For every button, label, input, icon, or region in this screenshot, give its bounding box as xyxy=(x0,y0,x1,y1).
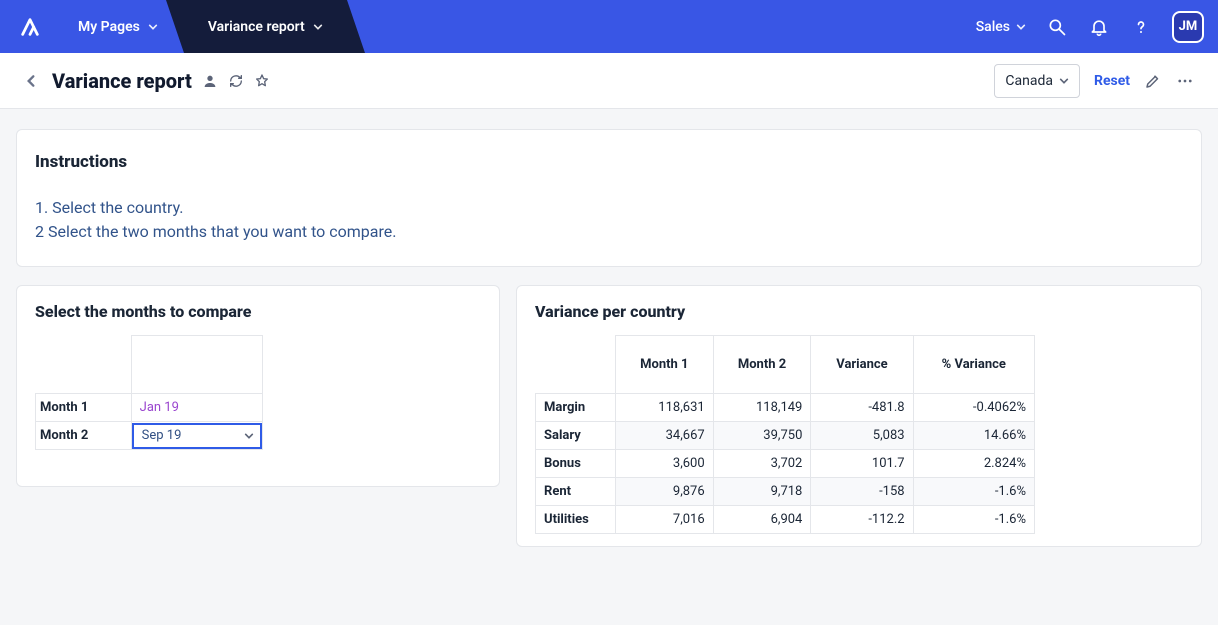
app-bar: My Pages Variance report Sales JM xyxy=(0,0,1218,53)
instructions-card: Instructions 1. Select the country. 2 Se… xyxy=(16,129,1202,267)
compare-card-title: Select the months to compare xyxy=(35,302,481,321)
row-label: Bonus xyxy=(536,450,616,478)
bell-icon[interactable] xyxy=(1088,16,1110,38)
month2-label: Month 2 xyxy=(36,422,132,450)
table-row: Margin 118,631 118,149 -481.8 -0.4062% xyxy=(536,394,1035,422)
cell-value[interactable]: 118,631 xyxy=(616,394,714,422)
table-row: Bonus 3,600 3,702 101.7 2.824% xyxy=(536,450,1035,478)
month2-value: Sep 19 xyxy=(142,428,182,443)
table-row: Month 1 Jan 19 xyxy=(36,394,263,422)
star-icon[interactable] xyxy=(254,73,270,89)
sub-header-right: Canada Reset xyxy=(994,64,1194,98)
main-content: Instructions 1. Select the country. 2 Se… xyxy=(0,109,1218,567)
chevron-down-icon xyxy=(313,22,323,32)
table-row: Rent 9,876 9,718 -158 -1.6% xyxy=(536,478,1035,506)
cell-value[interactable]: 9,718 xyxy=(713,478,811,506)
more-icon[interactable] xyxy=(1176,72,1194,90)
row-two-cards: Select the months to compare Month 1 Jan… xyxy=(16,285,1202,547)
active-tab-label: Variance report xyxy=(208,19,305,35)
month1-label: Month 1 xyxy=(36,394,132,422)
cell-value[interactable]: 7,016 xyxy=(616,506,714,534)
cell-value[interactable]: 9,876 xyxy=(616,478,714,506)
cell-value[interactable]: 34,667 xyxy=(616,422,714,450)
app-bar-right: Sales JM xyxy=(976,11,1218,43)
variance-card-title: Variance per country xyxy=(535,302,1183,321)
cell-value[interactable]: -112.2 xyxy=(811,506,913,534)
back-button[interactable] xyxy=(24,74,38,88)
cell-value[interactable]: -0.4062% xyxy=(913,394,1034,422)
chevron-down-icon xyxy=(1059,76,1069,86)
variance-card: Variance per country Month 1 Month 2 Var… xyxy=(516,285,1202,547)
my-pages-label: My Pages xyxy=(78,19,140,35)
cell-value[interactable]: 39,750 xyxy=(713,422,811,450)
tab-variance-report[interactable]: Variance report xyxy=(184,0,347,53)
cell-value[interactable]: -1.6% xyxy=(913,478,1034,506)
col-variance[interactable]: Variance xyxy=(811,336,913,394)
col-month1[interactable]: Month 1 xyxy=(616,336,714,394)
person-icon[interactable] xyxy=(202,73,218,89)
table-row: Salary 34,667 39,750 5,083 14.66% xyxy=(536,422,1035,450)
variance-table: Month 1 Month 2 Variance % Variance Marg… xyxy=(535,335,1035,534)
search-icon[interactable] xyxy=(1046,16,1068,38)
avatar[interactable]: JM xyxy=(1172,11,1204,43)
cell-value[interactable]: 2.824% xyxy=(913,450,1034,478)
country-selector[interactable]: Canada xyxy=(994,64,1080,98)
row-label: Utilities xyxy=(536,506,616,534)
reset-button[interactable]: Reset xyxy=(1094,73,1130,89)
table-row: Utilities 7,016 6,904 -112.2 -1.6% xyxy=(536,506,1035,534)
instructions-line-1: 1. Select the country. xyxy=(35,196,1183,220)
month1-cell[interactable]: Jan 19 xyxy=(131,394,262,422)
row-label: Salary xyxy=(536,422,616,450)
month2-select[interactable]: Sep 19 xyxy=(132,423,262,449)
edit-icon[interactable] xyxy=(1144,72,1162,90)
compare-card: Select the months to compare Month 1 Jan… xyxy=(16,285,500,487)
month2-cell[interactable]: Sep 19 xyxy=(131,422,262,450)
cell-value[interactable]: 14.66% xyxy=(913,422,1034,450)
cell-value[interactable]: 6,904 xyxy=(713,506,811,534)
page-title: Variance report xyxy=(52,69,192,93)
instructions-title: Instructions xyxy=(35,152,1183,172)
chevron-down-icon xyxy=(148,22,158,32)
app-logo-icon[interactable] xyxy=(0,0,60,53)
my-pages-menu[interactable]: My Pages xyxy=(60,0,176,53)
row-label: Margin xyxy=(536,394,616,422)
refresh-icon[interactable] xyxy=(228,73,244,89)
instructions-line-2: 2 Select the two months that you want to… xyxy=(35,220,1183,244)
sales-menu[interactable]: Sales xyxy=(976,19,1026,35)
col-pct-variance[interactable]: % Variance xyxy=(913,336,1034,394)
month1-value: Jan 19 xyxy=(132,394,262,421)
chevron-down-icon xyxy=(244,431,254,441)
compare-table: Month 1 Jan 19 Month 2 Sep 19 xyxy=(35,335,263,450)
sub-header: Variance report Canada Reset xyxy=(0,53,1218,109)
cell-value[interactable]: 3,600 xyxy=(616,450,714,478)
row-label: Rent xyxy=(536,478,616,506)
cell-value[interactable]: -1.6% xyxy=(913,506,1034,534)
country-label: Canada xyxy=(1005,73,1053,89)
cell-value[interactable]: 3,702 xyxy=(713,450,811,478)
cell-value[interactable]: 101.7 xyxy=(811,450,913,478)
table-row: Month 2 Sep 19 xyxy=(36,422,263,450)
avatar-initials: JM xyxy=(1179,19,1198,34)
cell-value[interactable]: -481.8 xyxy=(811,394,913,422)
sales-label: Sales xyxy=(976,19,1010,35)
cell-value[interactable]: 5,083 xyxy=(811,422,913,450)
chevron-down-icon xyxy=(1016,22,1026,32)
cell-value[interactable]: -158 xyxy=(811,478,913,506)
help-icon[interactable] xyxy=(1130,16,1152,38)
page-title-icons xyxy=(202,73,270,89)
col-month2[interactable]: Month 2 xyxy=(713,336,811,394)
cell-value[interactable]: 118,149 xyxy=(713,394,811,422)
